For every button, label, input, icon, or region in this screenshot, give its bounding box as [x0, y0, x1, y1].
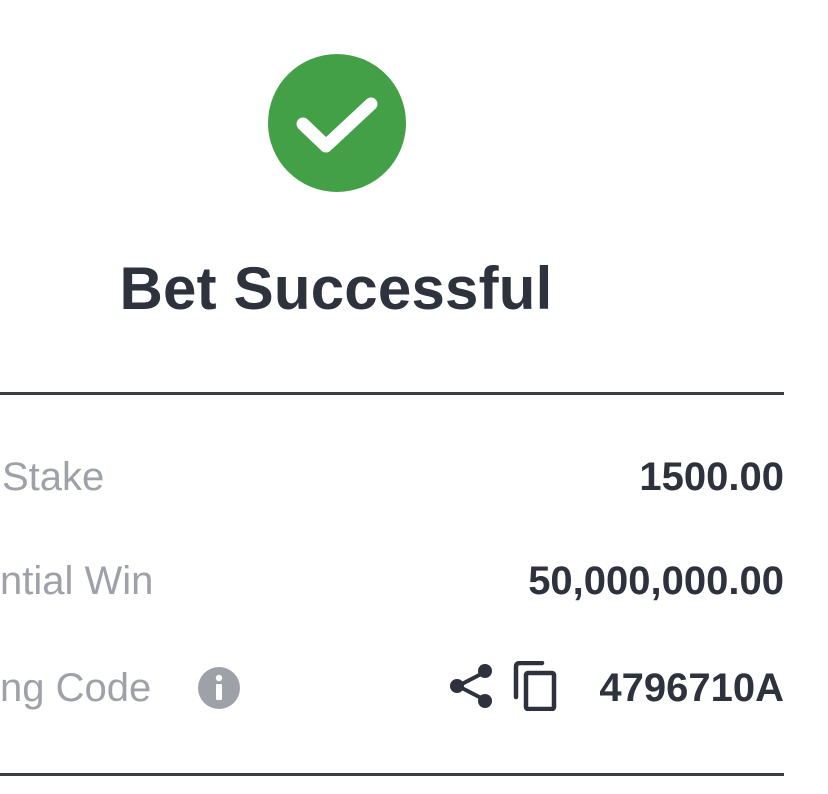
booking-code-label-container: ng Code: [0, 666, 190, 726]
share-icon[interactable]: [449, 663, 493, 709]
stake-label: Stake: [2, 455, 105, 499]
stake-value: 1500.00: [639, 455, 784, 499]
booking-code-value[interactable]: 4796710A: [599, 666, 784, 711]
potential-win-label-container: ntial Win: [0, 559, 400, 619]
stake-label-container: Stake: [0, 455, 400, 515]
booking-code-label: ng Code: [0, 666, 152, 710]
potential-win-value: 50,000,000.00: [528, 559, 784, 603]
potential-win-label: ntial Win: [0, 559, 154, 603]
check-icon: [296, 97, 378, 153]
divider-bottom: [0, 773, 784, 776]
divider-top: [0, 392, 784, 395]
page-title: Bet Successful: [119, 255, 553, 322]
copy-icon[interactable]: [512, 661, 558, 711]
info-icon[interactable]: [198, 667, 240, 709]
success-check-circle: [268, 54, 406, 192]
